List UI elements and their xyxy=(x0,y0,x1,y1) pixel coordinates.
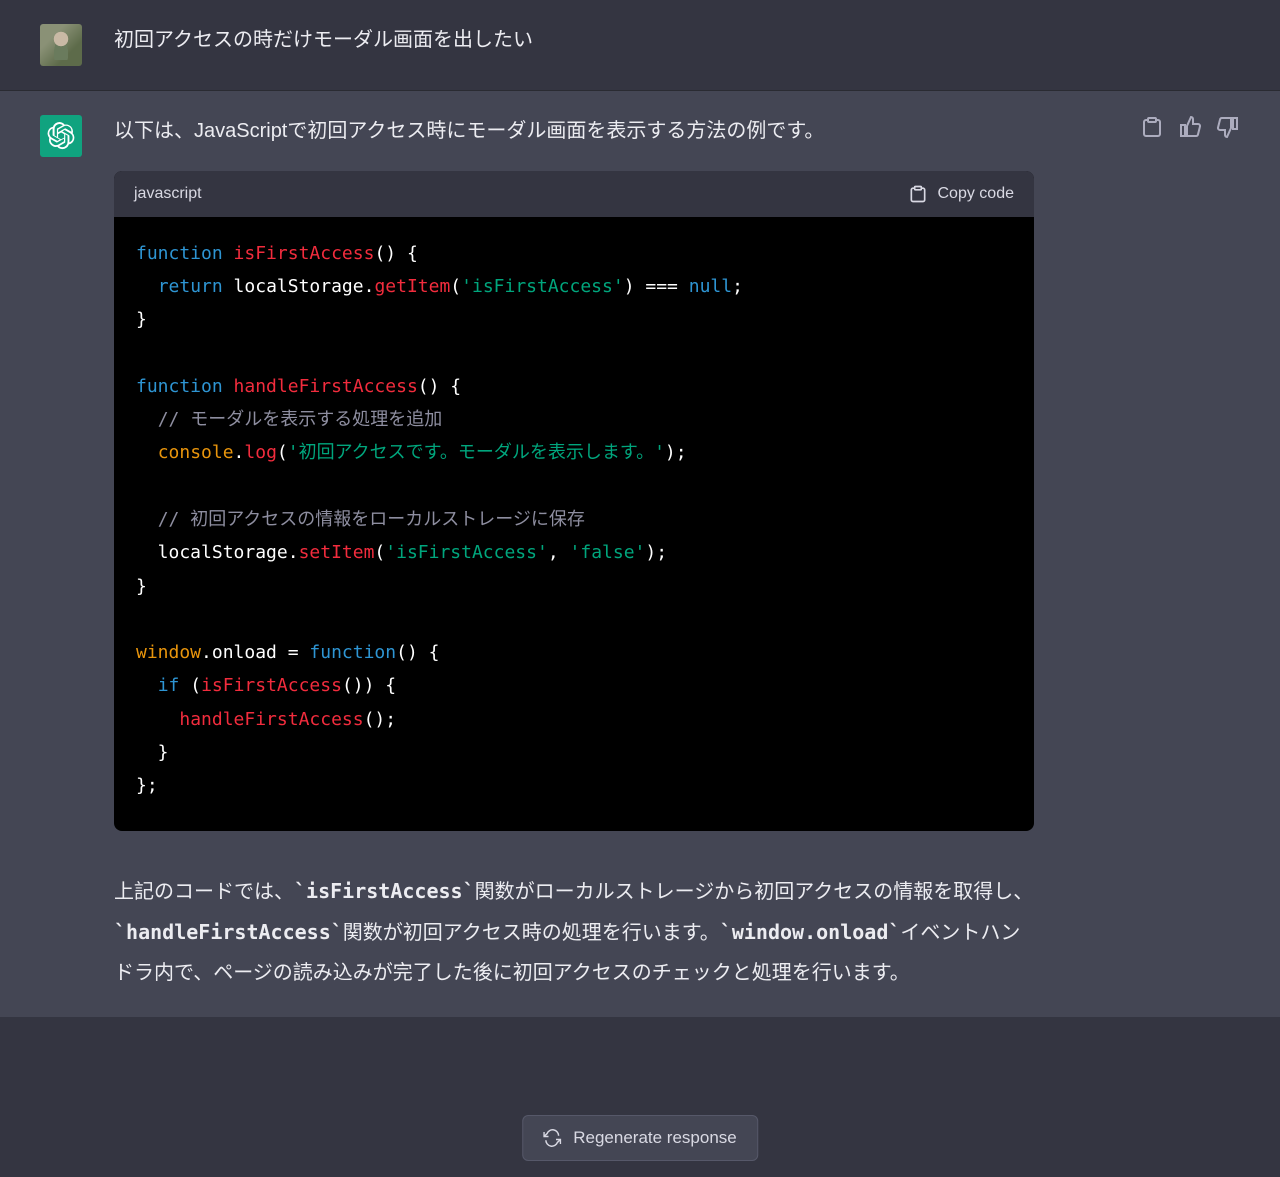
assistant-explanation: 上記のコードでは、`isFirstAccess`関数がローカルストレージから初回… xyxy=(114,871,1034,993)
inline-code: `handleFirstAccess` xyxy=(114,920,343,944)
message-actions xyxy=(1140,115,1240,139)
assistant-intro-text: 以下は、JavaScriptで初回アクセス時にモーダル画面を表示する方法の例です… xyxy=(114,115,1034,147)
refresh-icon xyxy=(543,1129,561,1147)
inline-code: `isFirstAccess` xyxy=(294,879,475,903)
explanation-text: 関数がローカルストレージから初回アクセスの情報を取得し、 xyxy=(475,881,1034,903)
copy-code-label: Copy code xyxy=(938,181,1015,207)
clipboard-icon xyxy=(908,184,928,204)
inline-code: `window.onload` xyxy=(720,920,901,944)
copy-code-button[interactable]: Copy code xyxy=(908,181,1015,207)
user-message-text: 初回アクセスの時だけモーダル画面を出したい xyxy=(114,24,1034,66)
clipboard-icon[interactable] xyxy=(1140,115,1164,139)
code-language-label: javascript xyxy=(134,181,202,207)
assistant-message-row: 以下は、JavaScriptで初回アクセス時にモーダル画面を表示する方法の例です… xyxy=(0,91,1280,1017)
assistant-avatar xyxy=(40,115,82,157)
code-block-header: javascript Copy code xyxy=(114,171,1034,217)
user-message-row: 初回アクセスの時だけモーダル画面を出したい xyxy=(0,0,1280,91)
user-avatar xyxy=(40,24,82,66)
explanation-text: 関数が初回アクセス時の処理を行います。 xyxy=(343,922,720,944)
regenerate-button[interactable]: Regenerate response xyxy=(522,1115,758,1161)
thumbs-down-icon[interactable] xyxy=(1216,115,1240,139)
thumbs-up-icon[interactable] xyxy=(1178,115,1202,139)
assistant-message-content: 以下は、JavaScriptで初回アクセス時にモーダル画面を表示する方法の例です… xyxy=(114,115,1034,993)
code-content[interactable]: function isFirstAccess() { return localS… xyxy=(114,217,1034,831)
openai-logo-icon xyxy=(47,122,75,150)
explanation-text: 上記のコードでは、 xyxy=(114,881,294,903)
code-block: javascript Copy code function isFirstAcc… xyxy=(114,171,1034,831)
regenerate-label: Regenerate response xyxy=(573,1128,737,1148)
regenerate-bar: Regenerate response xyxy=(522,1115,758,1161)
